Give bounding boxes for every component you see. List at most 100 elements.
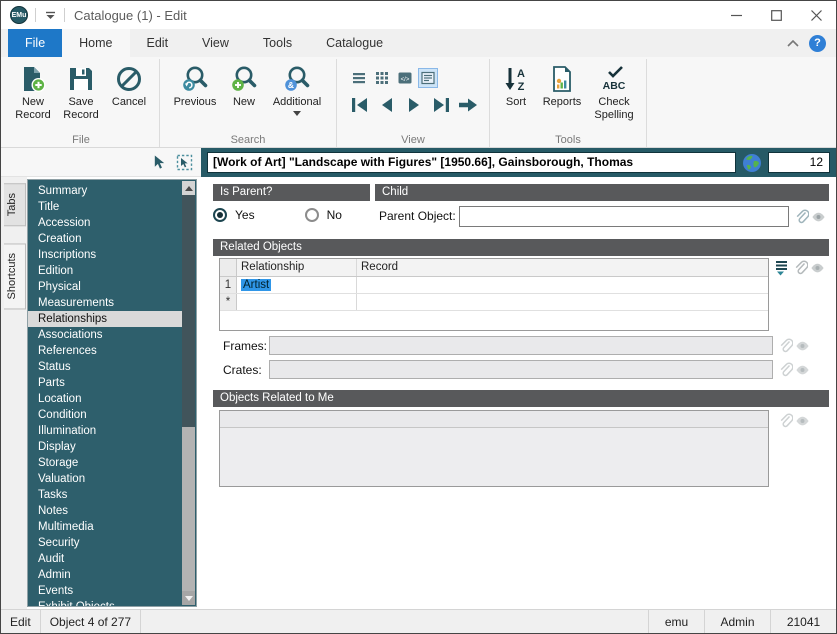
grid-options-icon[interactable] (774, 259, 790, 276)
column-header-relationship[interactable]: Relationship (237, 259, 357, 276)
sidebar-item-references[interactable]: References (28, 343, 182, 359)
sidebar-item-location[interactable]: Location (28, 391, 182, 407)
scrollbar-thumb[interactable] (182, 427, 195, 591)
sidebar-item-parts[interactable]: Parts (28, 375, 182, 391)
sidebar-scrollbar[interactable] (182, 181, 195, 605)
sidebar-item-illumination[interactable]: Illumination (28, 423, 182, 439)
sidebar-item-inscriptions[interactable]: Inscriptions (28, 247, 182, 263)
status-port: 21041 (770, 610, 836, 633)
goto-record-button[interactable] (457, 96, 479, 114)
view-attachment-icon[interactable] (811, 211, 826, 223)
sidebar-item-accession[interactable]: Accession (28, 215, 182, 231)
sidebar-item-security[interactable]: Security (28, 535, 182, 551)
sidebar-item-events[interactable]: Events (28, 583, 182, 599)
minimize-button[interactable] (716, 1, 756, 29)
tab-catalogue[interactable]: Catalogue (309, 29, 400, 57)
sidebar-item-associations[interactable]: Associations (28, 327, 182, 343)
sidebar-item-condition[interactable]: Condition (28, 407, 182, 423)
search-previous-button[interactable]: Previous (166, 62, 224, 109)
relationship-cell[interactable]: Artist (237, 277, 357, 293)
sort-button[interactable]: AZ Sort (496, 62, 536, 109)
sidebar-item-relationships[interactable]: Relationships (28, 311, 182, 327)
radio-yes[interactable] (213, 208, 227, 222)
ribbon-group-search-label: Search (160, 134, 336, 146)
sidebar-item-multimedia[interactable]: Multimedia (28, 519, 182, 535)
ribbon-tabstrip: File Home Edit View Tools Catalogue ? (1, 29, 836, 57)
row-header[interactable]: 1 (220, 277, 237, 293)
sort-icon: AZ (502, 65, 530, 93)
column-header-record[interactable]: Record (357, 259, 768, 276)
view-list-toggle[interactable] (349, 68, 369, 88)
search-new-button[interactable]: New (224, 62, 264, 109)
maximize-button[interactable] (756, 1, 796, 29)
attach-icon (777, 412, 793, 429)
next-record-button[interactable] (403, 96, 425, 114)
tab-tools[interactable]: Tools (246, 29, 309, 57)
status-mode: Edit (1, 610, 41, 633)
select-region-icon[interactable] (176, 154, 193, 171)
view-attachment-icon[interactable] (810, 262, 825, 274)
sidebar-item-storage[interactable]: Storage (28, 455, 182, 471)
svg-text:ABC: ABC (603, 80, 626, 92)
sidebar-item-display[interactable]: Display (28, 439, 182, 455)
attach-icon[interactable] (792, 259, 808, 276)
sidebar-item-admin[interactable]: Admin (28, 567, 182, 583)
child-group-header: Child (375, 184, 829, 201)
svg-text:A: A (517, 68, 525, 80)
sidebar-item-status[interactable]: Status (28, 359, 182, 375)
sidebar-item-notes[interactable]: Notes (28, 503, 182, 519)
record-cell[interactable] (357, 277, 768, 293)
help-icon[interactable]: ? (809, 35, 826, 52)
svg-text:&: & (288, 80, 294, 90)
collapse-ribbon-icon[interactable] (787, 40, 799, 47)
view-grid-toggle[interactable] (372, 68, 392, 88)
sidebar-item-creation[interactable]: Creation (28, 231, 182, 247)
pointer-tool-icon[interactable] (152, 154, 167, 170)
sidebar-item-valuation[interactable]: Valuation (28, 471, 182, 487)
ribbon-group-tools: AZ Sort Reports ABC Check Spelling Tools (490, 59, 647, 147)
reports-button[interactable]: Reports (536, 62, 588, 109)
save-record-button[interactable]: Save Record (57, 62, 105, 122)
scroll-down-icon[interactable] (182, 591, 195, 605)
ribbon-group-search: Previous New & Additional Search (160, 59, 337, 147)
quick-access-dropdown-icon[interactable] (43, 8, 57, 22)
parent-object-input[interactable] (459, 206, 789, 227)
tab-edit[interactable]: Edit (130, 29, 186, 57)
sidebar-item-measurements[interactable]: Measurements (28, 295, 182, 311)
sidebar-item-summary[interactable]: Summary (28, 183, 182, 199)
sidebar-item-edition[interactable]: Edition (28, 263, 182, 279)
close-button[interactable] (796, 1, 836, 29)
save-record-icon (67, 65, 95, 93)
previous-record-button[interactable] (376, 96, 398, 114)
save-record-label: Save Record (57, 96, 105, 122)
last-record-button[interactable] (430, 96, 452, 114)
relationship-cell[interactable] (237, 294, 357, 310)
attach-icon[interactable] (793, 208, 809, 225)
view-details-toggle[interactable] (418, 68, 438, 88)
new-record-icon (19, 65, 47, 93)
scroll-up-icon[interactable] (182, 181, 195, 195)
cancel-button[interactable]: Cancel (105, 62, 153, 109)
radio-no[interactable] (305, 208, 319, 222)
selected-cell-text: Artist (241, 279, 271, 291)
side-tab-tabs[interactable]: Tabs (4, 183, 26, 226)
record-cell[interactable] (357, 294, 768, 310)
sidebar-item-title[interactable]: Title (28, 199, 182, 215)
sidebar-item-tasks[interactable]: Tasks (28, 487, 182, 503)
app-window: EMu Catalogue (1) - Edit File Home Edit … (0, 0, 837, 634)
sidebar-item-exhibit-objects[interactable]: Exhibit Objects (28, 599, 182, 606)
tab-view[interactable]: View (185, 29, 246, 57)
tab-home[interactable]: Home (62, 29, 129, 57)
first-record-button[interactable] (349, 96, 371, 114)
check-spelling-button[interactable]: ABC Check Spelling (588, 62, 640, 122)
tab-file[interactable]: File (8, 29, 62, 57)
sidebar-item-audit[interactable]: Audit (28, 551, 182, 567)
side-tab-shortcuts[interactable]: Shortcuts (4, 243, 26, 309)
search-additional-button[interactable]: & Additional (264, 62, 330, 116)
view-code-toggle[interactable]: </> (395, 68, 415, 88)
titlebar-separator (64, 8, 65, 22)
grid-row-new: * (220, 294, 768, 311)
new-record-button[interactable]: New Record (9, 62, 57, 122)
sidebar-item-physical[interactable]: Physical (28, 279, 182, 295)
new-row-header[interactable]: * (220, 294, 237, 310)
